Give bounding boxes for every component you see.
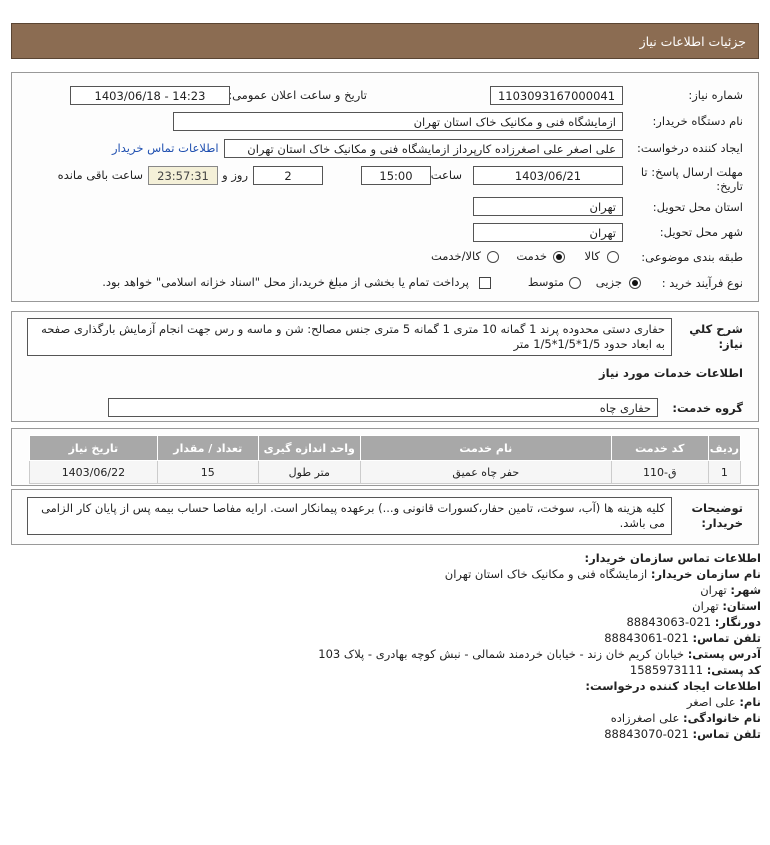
remaining-days-field: 2 [253, 166, 323, 185]
need-details-panel [11, 72, 759, 302]
contact-province-label: استان: [722, 599, 761, 613]
contact-org-value: ازمایشگاه فنی و مکانیک خاک استان تهران [444, 567, 648, 581]
process-partial-radio[interactable] [629, 277, 641, 289]
creator-phone-line: تلفن تماس: 021-88843070 [604, 727, 761, 741]
creator-label: ایجاد کننده درخواست: [637, 141, 743, 155]
city-label: شهر محل تحویل: [659, 225, 743, 239]
contact-province-line: استان: تهران [692, 599, 761, 613]
contact-city-label: شهر: [730, 583, 761, 597]
contact-org-label: نام سازمان خریدار: [650, 567, 761, 581]
col-date-header: تاریخ نیاز [29, 435, 158, 461]
contact-org-line: نام سازمان خریدار: ازمایشگاه فنی و مکانی… [445, 567, 761, 581]
col-row-header: ردیف [707, 435, 742, 461]
page-title: جزئیات اطلاعات نیاز [639, 34, 746, 49]
buyer-org-label: نام دستگاه خریدار: [652, 114, 743, 128]
contact-city-value: تهران [700, 583, 727, 597]
contact-address-value: خیابان کریم خان زند - خیابان خردمند شمال… [318, 647, 685, 661]
contact-phone-line: تلفن تماس: 021-88843061 [604, 631, 761, 645]
process-partial-label: جزیی [595, 275, 622, 289]
services-table-header: ردیف کد خدمت نام خدمت واحد اندازه گیری ت… [29, 435, 742, 461]
service-group-field: حفاری چاه [108, 398, 658, 417]
table-row: 1 ق-110 حفر چاه عمیق متر طول 15 1403/06/… [29, 460, 742, 484]
treasury-note: پرداخت تمام یا بخشی از مبلغ خرید،از محل … [102, 275, 469, 289]
buyer-notes-label-2: خریدار: [701, 516, 743, 530]
remaining-time-counter: 23:57:31 [148, 166, 218, 185]
creator-title: اطلاعات ایجاد کننده درخواست: [585, 679, 761, 693]
service-code-cell: ق-110 [610, 460, 709, 484]
province-label: استان محل تحویل: [652, 200, 743, 214]
buyer-org-field: ازمایشگاه فنی و مکانیک خاک استان تهران [173, 112, 623, 131]
announce-datetime-label: تاریخ و ساعت اعلان عمومی: [228, 88, 367, 102]
announce-datetime-field: 1403/06/18 - 14:23 [70, 86, 230, 105]
services-section-title: اطلاعات خدمات مورد نیاز [599, 366, 743, 380]
buyer-contact-link[interactable]: اطلاعات تماس خریدار [112, 141, 219, 155]
category-service-label: خدمت [516, 249, 547, 263]
row-number-cell: 1 [707, 460, 742, 484]
process-type-label: نوع فرآیند خرید : [661, 276, 743, 290]
deadline-label: مهلت ارسال پاسخ: تا [640, 165, 743, 179]
contact-postal-label: کد پستی: [706, 663, 761, 677]
category-service-radio[interactable] [553, 251, 565, 263]
category-goods-radio[interactable] [607, 251, 619, 263]
creator-last-name-value: علی اصغرزاده [610, 711, 680, 725]
description-box: حفاری دستی محدوده پرند 1 گمانه 10 متری 1… [27, 318, 672, 356]
deadline-date-field: 1403/06/21 [473, 166, 623, 185]
creator-first-name-value: علی اصغر [686, 695, 736, 709]
creator-first-name-label: نام: [739, 695, 761, 709]
page-header: جزئیات اطلاعات نیاز [11, 23, 759, 59]
description-label-2: نياز: [718, 337, 743, 351]
creator-section-title: اطلاعات ایجاد کننده درخواست: [585, 679, 761, 693]
col-code-header: کد خدمت [610, 435, 709, 461]
days-label: روز و [222, 168, 248, 182]
unit-cell: متر طول [257, 460, 361, 484]
creator-last-name-label: نام خانوادگی: [683, 711, 761, 725]
contact-phone-value: 021-88843061 [604, 631, 689, 645]
creator-field: علی اصغر علی اصغرزاده کارپرداز ازمایشگاه… [224, 139, 623, 158]
category-label: طبقه بندی موضوعی: [641, 250, 743, 264]
process-medium-label: متوسط [527, 275, 564, 289]
category-goods-service-radio[interactable] [487, 251, 499, 263]
contact-section-title: اطلاعات تماس سازمان خریدار: [584, 551, 761, 565]
creator-phone-value: 021-88843070 [604, 727, 689, 741]
category-goods-service-label: کالا/خدمت [430, 249, 481, 263]
contact-address-line: آدرس پستی: خیابان کریم خان زند - خیابان … [318, 647, 761, 661]
creator-first-name-line: نام: علی اصغر [687, 695, 761, 709]
deadline-time-field: 15:00 [361, 166, 431, 185]
remaining-time-label: ساعت باقی مانده [57, 168, 143, 182]
description-label: شرح کلي [689, 322, 743, 336]
col-quantity-header: تعداد / مقدار [156, 435, 259, 461]
service-name-cell: حفر چاه عمیق [359, 460, 612, 484]
creator-phone-label: تلفن تماس: [692, 727, 761, 741]
col-name-header: نام خدمت [359, 435, 612, 461]
contact-address-label: آدرس پستی: [687, 647, 761, 661]
need-number-field: 1103093167000041 [490, 86, 623, 105]
contact-postal-value: 1585973111 [629, 663, 704, 677]
description-text: حفاری دستی محدوده پرند 1 گمانه 10 متری 1… [41, 322, 665, 351]
contact-fax-label: دورنگار: [714, 615, 761, 629]
deadline-label-date: تاریخ: [716, 179, 743, 193]
need-date-cell: 1403/06/22 [29, 460, 158, 484]
buyer-notes-label: توضیحات [691, 501, 744, 515]
contact-fax-line: دورنگار: 021-88843063 [626, 615, 761, 629]
contact-fax-value: 021-88843063 [626, 615, 712, 629]
buyer-notes-box: کلیه هزینه ها (آب، سوخت، تامین حفار،کسور… [27, 497, 672, 535]
contact-postal-line: کد پستی: 1585973111 [630, 663, 761, 677]
services-table: ردیف کد خدمت نام خدمت واحد اندازه گیری ت… [29, 435, 742, 484]
col-unit-header: واحد اندازه گیری [257, 435, 361, 461]
contact-province-value: تهران [692, 599, 719, 613]
deadline-time-label: ساعت [430, 168, 462, 182]
service-group-label: گروه خدمت: [672, 401, 743, 415]
quantity-cell: 15 [156, 460, 259, 484]
province-field: تهران [473, 197, 623, 216]
creator-last-name-line: نام خانوادگی: علی اصغرزاده [611, 711, 761, 725]
buyer-notes-text: کلیه هزینه ها (آب، سوخت، تامین حفار،کسور… [41, 501, 665, 530]
contact-phone-label: تلفن تماس: [692, 631, 761, 645]
contact-title: اطلاعات تماس سازمان خریدار: [584, 551, 761, 565]
contact-city-line: شهر: تهران [700, 583, 761, 597]
need-number-label: شماره نیاز: [688, 88, 743, 102]
process-medium-radio[interactable] [569, 277, 581, 289]
category-goods-label: کالا [584, 249, 600, 263]
city-field: تهران [473, 223, 623, 242]
treasury-checkbox[interactable] [479, 277, 491, 289]
